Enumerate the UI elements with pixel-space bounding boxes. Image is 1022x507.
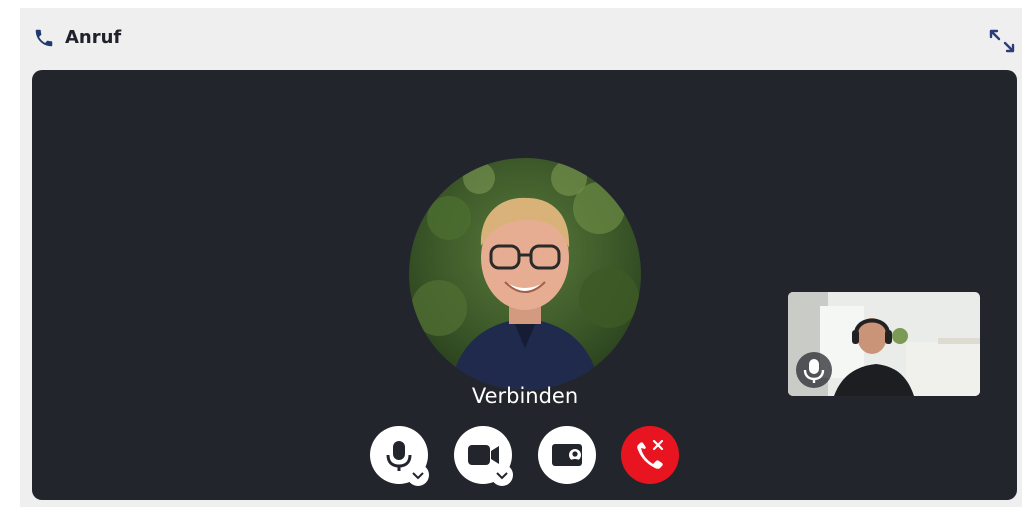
microphone-icon xyxy=(803,359,825,383)
camera-options-caret[interactable] xyxy=(491,464,513,486)
chevron-down-icon xyxy=(496,472,508,480)
self-video-preview[interactable] xyxy=(788,292,980,396)
chevron-down-icon xyxy=(412,472,424,480)
screen-share-icon xyxy=(552,444,582,466)
microphone-button[interactable] xyxy=(370,426,429,486)
participant-avatar xyxy=(409,158,641,390)
screen-share-button[interactable] xyxy=(538,426,596,484)
call-status: Verbinden xyxy=(471,384,579,408)
hang-up-button[interactable] xyxy=(621,426,679,484)
call-controls xyxy=(32,426,1017,486)
phone-hangup-icon xyxy=(637,439,664,469)
phone-icon xyxy=(35,29,53,47)
call-panel: Anruf Verbinden xyxy=(20,8,1022,507)
self-mic-indicator xyxy=(796,352,832,388)
call-stage: Verbinden xyxy=(32,70,1017,500)
call-title: Anruf xyxy=(65,27,122,48)
microphone-options-caret[interactable] xyxy=(407,464,429,486)
expand-icon[interactable] xyxy=(989,29,1015,53)
camera-button[interactable] xyxy=(454,426,513,486)
call-header: Anruf xyxy=(20,8,1022,70)
